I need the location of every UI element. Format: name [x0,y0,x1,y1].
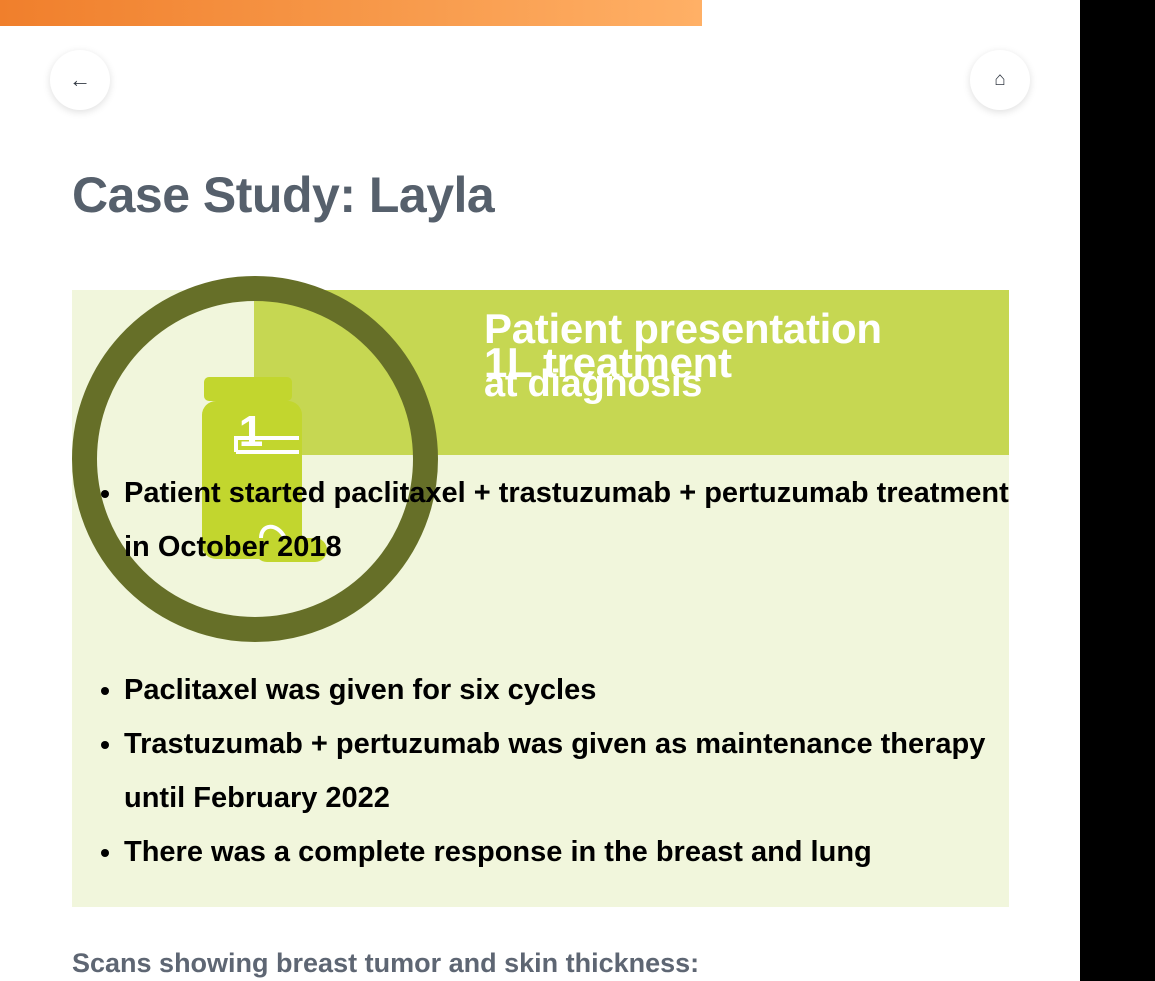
bullet-list: Patient started paclitaxel + trastuzumab… [98,466,1024,879]
card-heading-line-3: at diagnosis [484,363,703,405]
back-arrow-icon: ← [69,67,91,92]
home-button[interactable]: ⌂ [970,50,1030,110]
home-icon: ⌂ [994,69,1006,90]
scans-label: Scans showing breast tumor and skin thic… [72,948,700,978]
vial-number: 1 [239,407,263,456]
page-title: Case Study: Layla [72,167,495,223]
list-item: Patient started paclitaxel + trastuzumab… [124,466,1024,574]
page: ← ⌂ Case Study: Layla Patient presentati… [0,0,1080,981]
list-item: There was a complete response in the bre… [124,825,1024,879]
progress-bar [0,0,702,26]
back-button[interactable]: ← [50,50,110,110]
list-item: Paclitaxel was given for six cycles [124,663,1024,717]
list-item: Trastuzumab + pertuzumab was given as ma… [124,717,1024,825]
